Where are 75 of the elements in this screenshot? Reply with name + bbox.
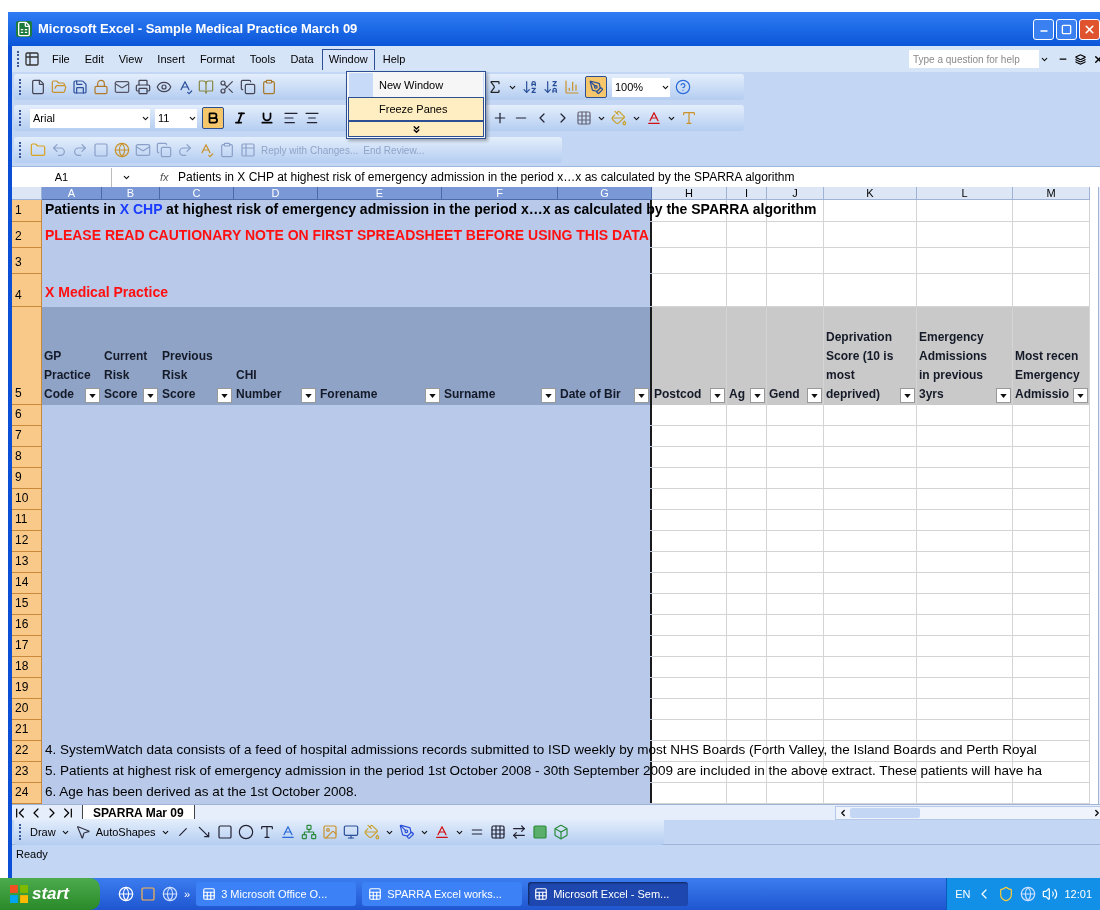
row-header[interactable]: 15 — [12, 594, 42, 615]
menu-item[interactable]: Insert — [150, 48, 192, 70]
row-header[interactable]: 8 — [12, 447, 42, 468]
row-header[interactable]: 23 — [12, 762, 42, 783]
draw-menu-button[interactable]: Draw — [30, 823, 56, 841]
status-text: Ready — [16, 847, 48, 863]
menu-item[interactable]: File — [45, 48, 77, 70]
note-text: 6. Age has been derived as at the 1st October 2008. — [45, 782, 358, 801]
menu-option[interactable]: New Window — [348, 73, 484, 97]
column-heading: Current Risk Score — [104, 348, 148, 403]
font-size-dropdown[interactable]: 11 — [155, 108, 197, 128]
name-box[interactable]: A1 — [12, 167, 112, 187]
menu-item[interactable]: Data — [283, 48, 321, 70]
row-header[interactable]: 24 — [12, 783, 42, 804]
row-header[interactable]: 3 — [12, 248, 42, 274]
row-header[interactable]: 13 — [12, 552, 42, 573]
column-heading: CHI Number — [236, 367, 282, 403]
column-heading: Most recen Emergency Admissio — [1015, 348, 1080, 403]
column-header[interactable]: L — [917, 187, 1013, 200]
row-header[interactable]: 9 — [12, 468, 42, 489]
font-dropdown[interactable]: Arial — [30, 108, 150, 128]
row-header[interactable]: 17 — [12, 636, 42, 657]
column-header[interactable]: M — [1013, 187, 1090, 200]
window-title: Microsoft Excel - Sample Medical Practice March 09 — [38, 20, 358, 39]
autoshapes-menu-button[interactable]: AutoShapes — [95, 823, 156, 841]
clock: 12:01 — [1064, 886, 1092, 902]
column-header[interactable]: J — [767, 187, 824, 200]
menu-item[interactable]: Format — [192, 48, 242, 70]
help-search-field[interactable]: Type a question for help — [909, 50, 1039, 68]
row-header[interactable]: 19 — [12, 678, 42, 699]
menu-item[interactable]: Window — [321, 48, 375, 70]
taskbar-button[interactable]: Microsoft Excel - Sem... — [528, 882, 689, 906]
menu-option[interactable]: Freeze Panes — [348, 97, 484, 121]
row-header[interactable]: 20 — [12, 699, 42, 720]
column-heading: Postcod — [654, 386, 702, 403]
column-heading: Previous Risk Score — [162, 348, 213, 403]
column-heading: Gend — [769, 386, 800, 403]
column-header[interactable]: I — [727, 187, 767, 200]
row-header[interactable]: 21 — [12, 720, 42, 741]
row-header[interactable]: 7 — [12, 426, 42, 447]
taskbar-button[interactable]: 3 Microsoft Office O... — [196, 882, 357, 906]
row-header[interactable]: 5 — [12, 307, 42, 405]
function-label[interactable]: fx — [160, 168, 178, 186]
column-heading: Surname — [444, 386, 496, 403]
row-header[interactable]: 14 — [12, 573, 42, 594]
quick-launch-overflow[interactable]: » — [184, 885, 191, 903]
formula-text[interactable]: Patients in X CHP at highest risk of emergency admission in the period x…x as calculated by the SPARRA algorithm — [178, 168, 795, 186]
column-heading: Deprivation Score (10 is most deprived) — [826, 329, 894, 403]
zoom-dropdown[interactable]: 100% — [612, 77, 670, 97]
warning-text: PLEASE READ CAUTIONARY NOTE ON FIRST SPREADSHEET BEFORE USING THIS DATA — [45, 226, 649, 245]
column-header[interactable]: K — [824, 187, 917, 200]
row-header[interactable]: 11 — [12, 510, 42, 531]
menu-item[interactable]: View — [111, 48, 150, 70]
sheet-tab[interactable]: SPARRA Mar 09 — [82, 804, 195, 821]
practice-name: X Medical Practice — [45, 283, 168, 302]
row-header[interactable]: 1 — [12, 200, 42, 222]
row-header[interactable]: 18 — [12, 657, 42, 678]
row-header[interactable]: 22 — [12, 741, 42, 762]
column-header[interactable]: H — [652, 187, 727, 200]
column-heading: Forename — [320, 386, 378, 403]
row-header[interactable]: 12 — [12, 531, 42, 552]
column-heading: Emergency Admissions in previous 3yrs — [919, 329, 987, 403]
column-heading: GP Practice Code — [44, 348, 91, 403]
menu-item[interactable]: Tools — [242, 48, 283, 70]
start-button[interactable]: start — [0, 878, 100, 910]
row-header[interactable]: 6 — [12, 405, 42, 426]
menu-item[interactable]: Edit — [77, 48, 111, 70]
column-heading: Ag — [729, 386, 745, 403]
row-header[interactable]: 2 — [12, 222, 42, 248]
row-header[interactable]: 10 — [12, 489, 42, 510]
row-header[interactable]: 4 — [12, 274, 42, 307]
taskbar-button[interactable]: SPARRA Excel works... — [362, 882, 523, 906]
column-heading: Date of Bir — [560, 386, 621, 403]
row-header[interactable]: 16 — [12, 615, 42, 636]
menu-item[interactable]: Help — [375, 48, 413, 70]
